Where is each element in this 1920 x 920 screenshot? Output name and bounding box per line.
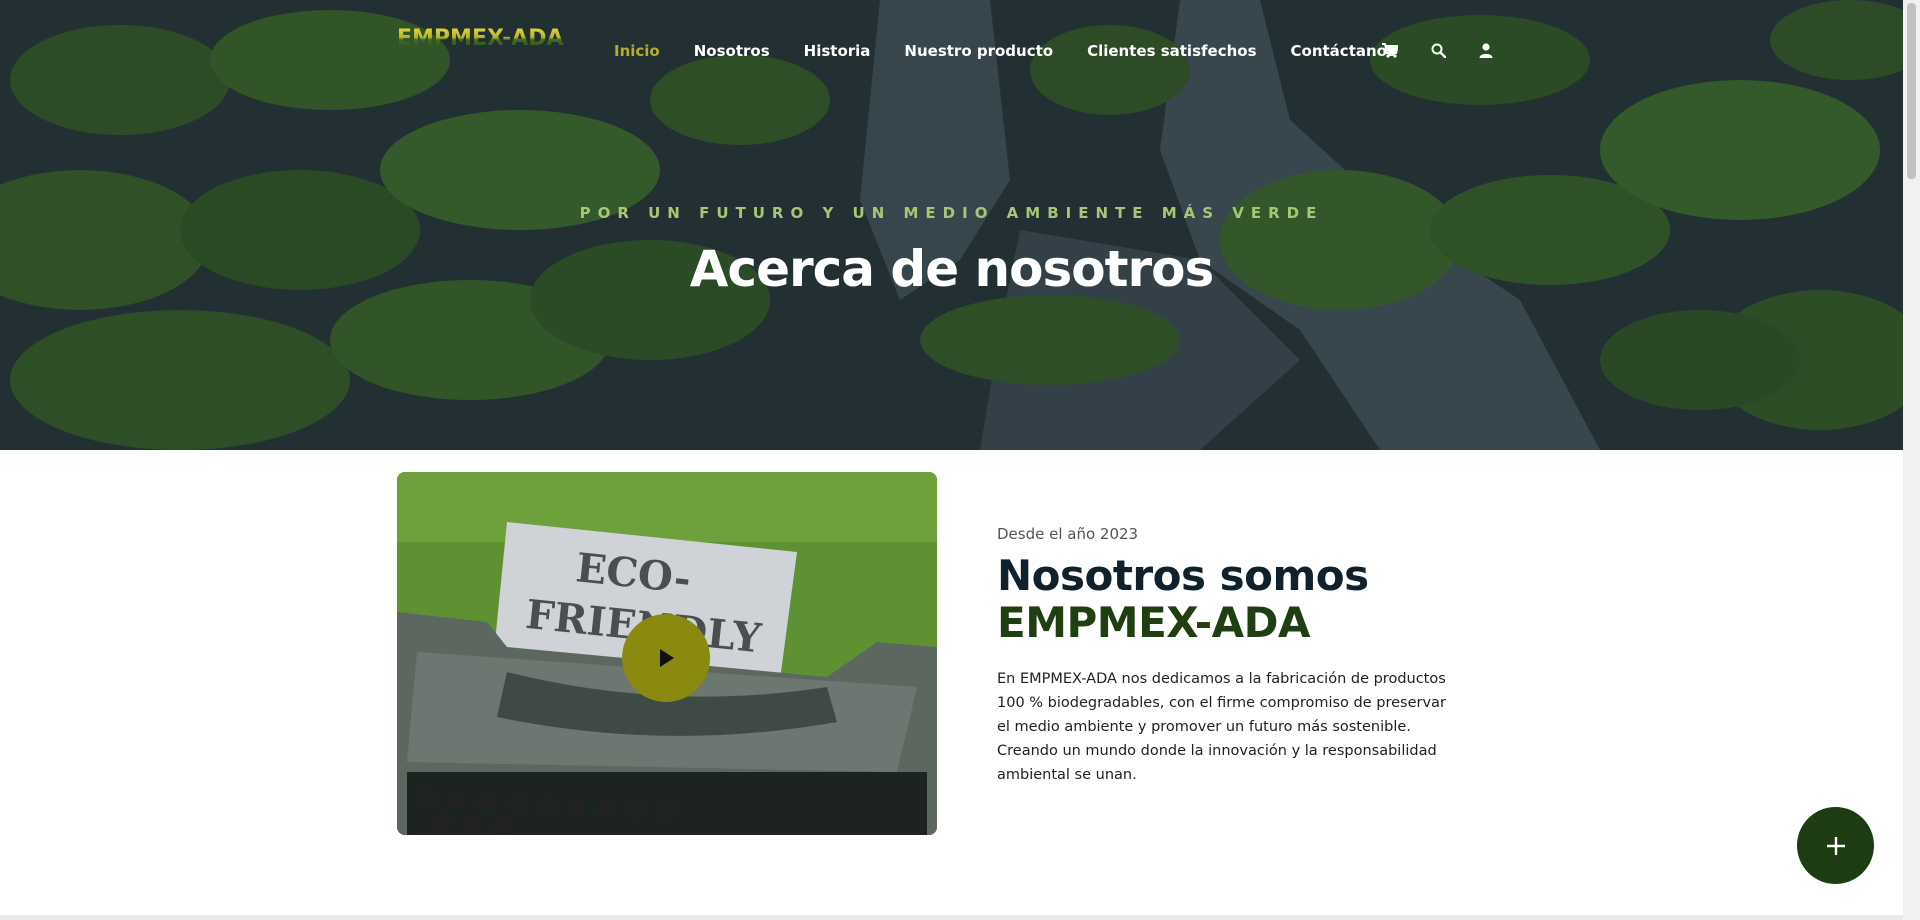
floating-add-button[interactable] [1797, 807, 1874, 884]
nav-icon-group [1382, 42, 1494, 58]
hero-banner: EMPMEX-ADA Inicio Nosotros Historia Nues… [0, 0, 1903, 450]
cart-icon[interactable] [1382, 42, 1398, 58]
heading-brand: EMPMEX-ADA [997, 598, 1311, 647]
nav-item-inicio[interactable]: Inicio [614, 42, 660, 60]
about-video-thumbnail[interactable]: ECO- FRIENDLY [397, 472, 937, 835]
play-video-button[interactable] [622, 614, 710, 702]
hero-kicker: POR UN FUTURO Y UN MEDIO AMBIENTE MÁS VE… [579, 204, 1324, 222]
nav-item-historia[interactable]: Historia [804, 42, 871, 60]
main-nav: Inicio Nosotros Historia Nuestro product… [614, 42, 1396, 60]
scrollbar-thumb[interactable] [1907, 3, 1916, 179]
heading-line: Nosotros somos [997, 551, 1369, 600]
about-heading: Nosotros somos EMPMEX-ADA [997, 552, 1477, 646]
hero-overlay [0, 0, 1903, 450]
play-icon [660, 649, 674, 667]
nav-item-contactanos[interactable]: Contáctanos [1291, 42, 1396, 60]
page-title: Acerca de nosotros [689, 240, 1215, 298]
since-label: Desde el año 2023 [997, 525, 1139, 543]
search-icon[interactable] [1430, 42, 1446, 58]
next-section-edge [0, 915, 1903, 920]
about-paragraph: En EMPMEX-ADA nos dedicamos a la fabrica… [997, 671, 1446, 783]
plus-icon [1826, 836, 1845, 855]
user-icon[interactable] [1478, 42, 1494, 58]
page-scrollbar[interactable] [1903, 0, 1920, 920]
nav-item-nosotros[interactable]: Nosotros [694, 42, 770, 60]
nav-item-nuestro-producto[interactable]: Nuestro producto [904, 42, 1053, 60]
site-logo[interactable]: EMPMEX-ADA [397, 26, 564, 51]
nav-item-clientes-satisfechos[interactable]: Clientes satisfechos [1087, 42, 1256, 60]
